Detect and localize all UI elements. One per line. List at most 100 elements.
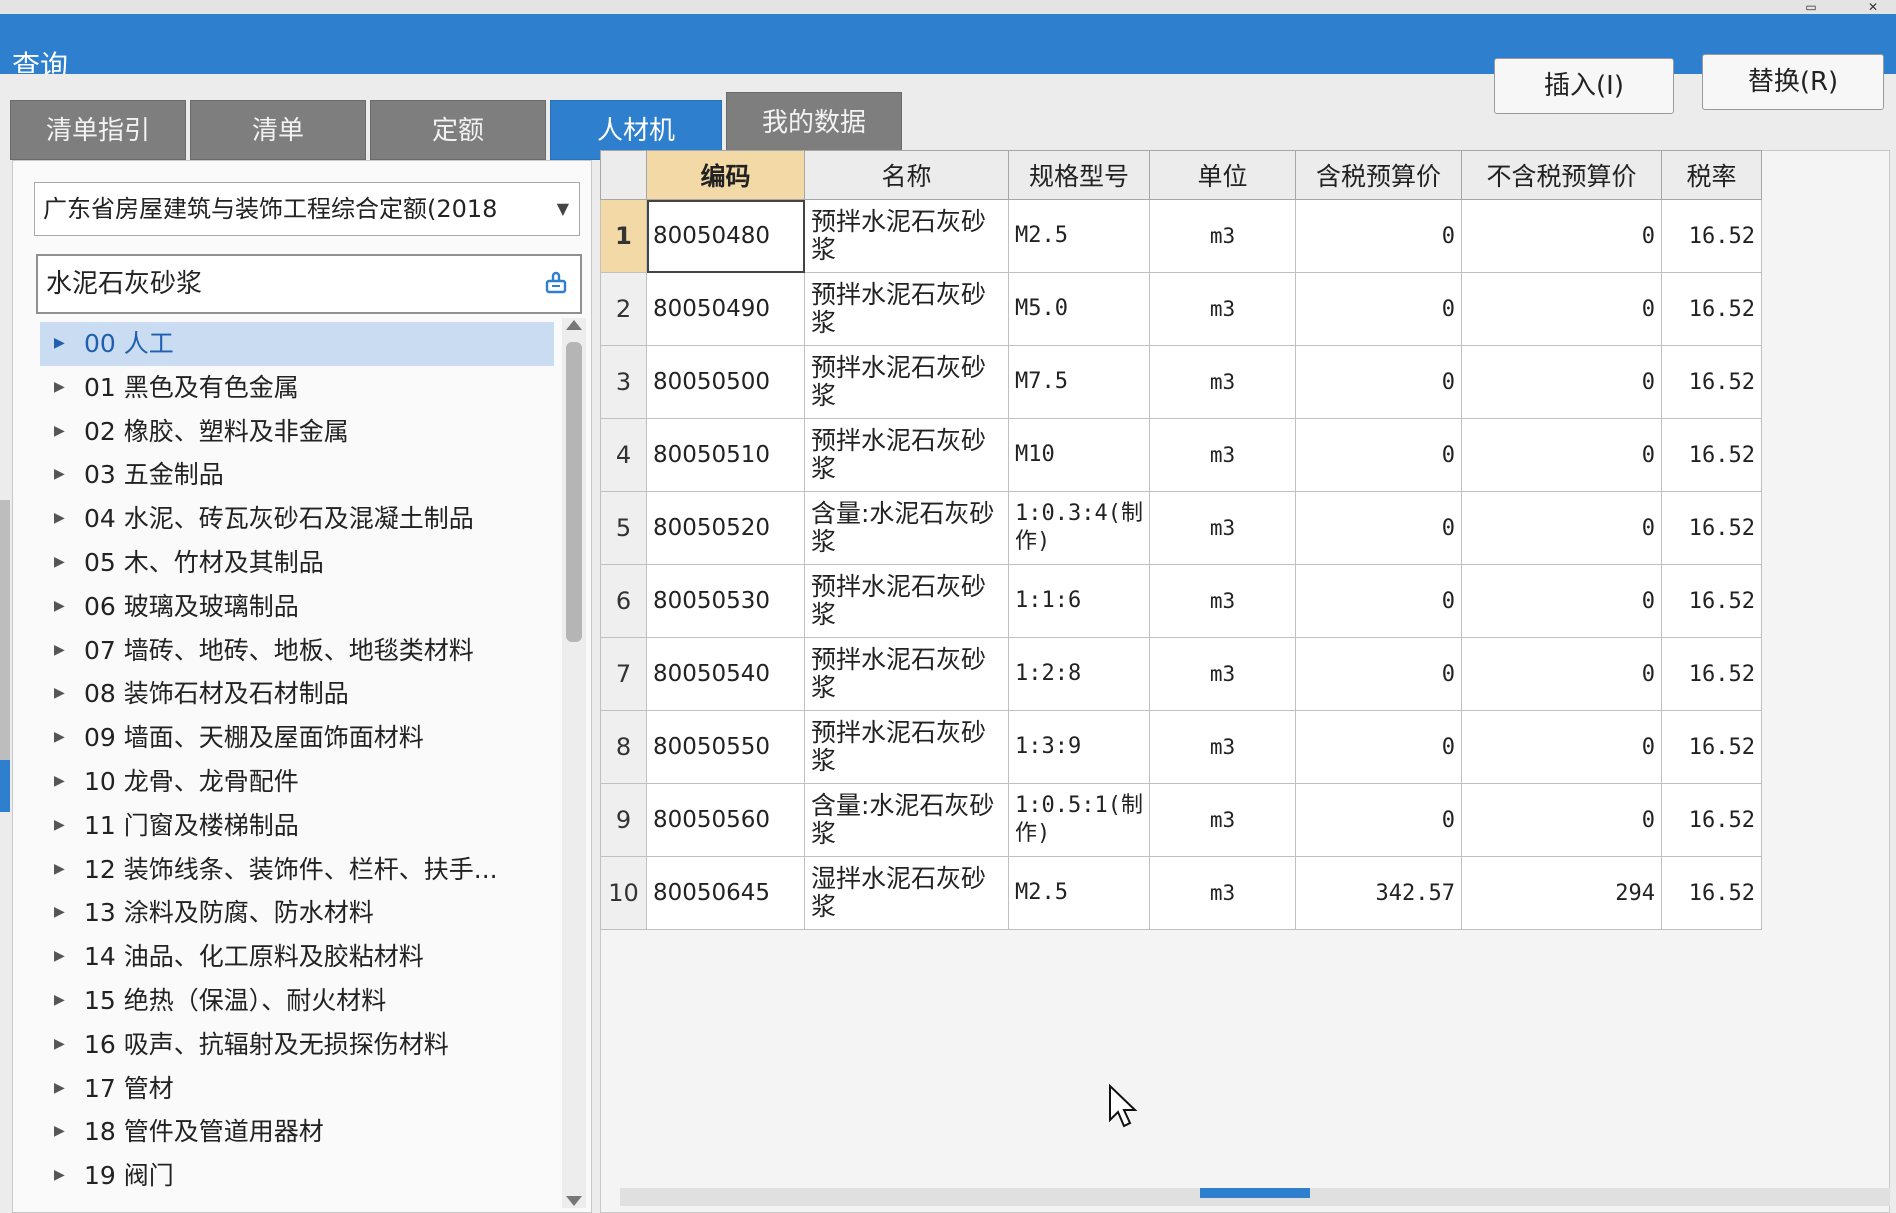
cell-unit[interactable]: m3 xyxy=(1148,856,1296,930)
cell-price-tax[interactable]: 0 xyxy=(1294,345,1462,419)
cell-price-notax[interactable]: 0 xyxy=(1460,637,1662,711)
tree-item[interactable]: ▶ 03 五金制品 xyxy=(40,453,554,497)
cell-code[interactable]: 80050645 xyxy=(646,856,805,930)
table-row[interactable]: 6 80050530 预拌水泥石灰砂浆 1:1:6 m3 0 0 16.52 xyxy=(600,564,1762,638)
expand-arrow-icon[interactable]: ▶ xyxy=(54,541,65,585)
cell-name[interactable]: 预拌水泥石灰砂浆 xyxy=(804,199,1009,273)
cell-unit[interactable]: m3 xyxy=(1148,564,1296,638)
expand-arrow-icon[interactable]: ▶ xyxy=(54,322,65,366)
cell-price-notax[interactable]: 0 xyxy=(1460,418,1662,492)
cell-price-tax[interactable]: 0 xyxy=(1294,783,1462,857)
table-row[interactable]: 8 80050550 预拌水泥石灰砂浆 1:3:9 m3 0 0 16.52 xyxy=(600,710,1762,784)
cell-tax-rate[interactable]: 16.52 xyxy=(1660,856,1762,930)
scroll-thumb[interactable] xyxy=(1200,1188,1310,1198)
cell-tax-rate[interactable]: 16.52 xyxy=(1660,637,1762,711)
tree-item[interactable]: ▶ 17 管材 xyxy=(40,1067,554,1111)
cell-name[interactable]: 预拌水泥石灰砂浆 xyxy=(804,418,1009,492)
table-row[interactable]: 5 80050520 含量:水泥石灰砂浆 1:0.3:4(制作) m3 0 0 … xyxy=(600,491,1762,565)
cell-unit[interactable]: m3 xyxy=(1148,345,1296,419)
tree-item[interactable]: ▶ 15 绝热（保温）、耐火材料 xyxy=(40,979,554,1023)
cell-price-notax[interactable]: 0 xyxy=(1460,199,1662,273)
cell-price-tax[interactable]: 0 xyxy=(1294,710,1462,784)
cell-name[interactable]: 预拌水泥石灰砂浆 xyxy=(804,564,1009,638)
expand-arrow-icon[interactable]: ▶ xyxy=(54,891,65,935)
chevron-down-icon[interactable]: ▼ xyxy=(557,183,569,235)
tree-scrollbar[interactable] xyxy=(562,318,586,1208)
cell-unit[interactable]: m3 xyxy=(1148,199,1296,273)
tree-item[interactable]: ▶ 11 门窗及楼梯制品 xyxy=(40,804,554,848)
cell-code[interactable]: 80050530 xyxy=(646,564,805,638)
tree-item[interactable]: ▶ 05 木、竹材及其制品 xyxy=(40,541,554,585)
table-row[interactable]: 3 80050500 预拌水泥石灰砂浆 M7.5 m3 0 0 16.52 xyxy=(600,345,1762,419)
cell-tax-rate[interactable]: 16.52 xyxy=(1660,272,1762,346)
cell-code[interactable]: 80050560 xyxy=(646,783,805,857)
cell-spec[interactable]: 1:2:8 xyxy=(1008,637,1150,711)
tree-item[interactable]: ▶ 07 墙砖、地砖、地板、地毯类材料 xyxy=(40,629,554,673)
table-row[interactable]: 2 80050490 预拌水泥石灰砂浆 M5.0 m3 0 0 16.52 xyxy=(600,272,1762,346)
cell-price-tax[interactable]: 0 xyxy=(1294,418,1462,492)
cell-unit[interactable]: m3 xyxy=(1148,418,1296,492)
table-row[interactable]: 10 80050645 湿拌水泥石灰砂浆 M2.5 m3 342.57 294 … xyxy=(600,856,1762,930)
cell-spec[interactable]: 1:0.5:1(制作) xyxy=(1008,783,1150,857)
tree-item[interactable]: ▶ 14 油品、化工原料及胶粘材料 xyxy=(40,935,554,979)
expand-arrow-icon[interactable]: ▶ xyxy=(54,497,65,541)
expand-arrow-icon[interactable]: ▶ xyxy=(54,804,65,848)
tab-qingdan[interactable]: 清单 xyxy=(190,100,366,160)
insert-button[interactable]: 插入(I) xyxy=(1494,58,1674,114)
cell-name[interactable]: 预拌水泥石灰砂浆 xyxy=(804,710,1009,784)
cell-price-tax[interactable]: 0 xyxy=(1294,272,1462,346)
search-input[interactable]: 水泥石灰砂浆 xyxy=(36,254,582,314)
cell-code[interactable]: 80050520 xyxy=(646,491,805,565)
expand-arrow-icon[interactable]: ▶ xyxy=(54,1067,65,1111)
column-header-price-tax[interactable]: 含税预算价 xyxy=(1294,150,1462,200)
expand-arrow-icon[interactable]: ▶ xyxy=(54,716,65,760)
cell-tax-rate[interactable]: 16.52 xyxy=(1660,199,1762,273)
cell-spec[interactable]: M10 xyxy=(1008,418,1150,492)
minimize-icon[interactable]: ▭ xyxy=(1800,0,1822,14)
column-header-name[interactable]: 名称 xyxy=(804,150,1009,200)
expand-arrow-icon[interactable]: ▶ xyxy=(54,366,65,410)
cell-price-tax[interactable]: 0 xyxy=(1294,491,1462,565)
cell-name[interactable]: 湿拌水泥石灰砂浆 xyxy=(804,856,1009,930)
cell-name[interactable]: 预拌水泥石灰砂浆 xyxy=(804,637,1009,711)
table-row[interactable]: 7 80050540 预拌水泥石灰砂浆 1:2:8 m3 0 0 16.52 xyxy=(600,637,1762,711)
cell-price-notax[interactable]: 294 xyxy=(1460,856,1662,930)
tab-my-data[interactable]: 我的数据 xyxy=(726,92,902,152)
column-header-price-notax[interactable]: 不含税预算价 xyxy=(1460,150,1662,200)
cell-price-tax[interactable]: 0 xyxy=(1294,637,1462,711)
cell-tax-rate[interactable]: 16.52 xyxy=(1660,783,1762,857)
tree-item[interactable]: ▶ 09 墙面、天棚及屋面饰面材料 xyxy=(40,716,554,760)
tree-item[interactable]: ▶ 10 龙骨、龙骨配件 xyxy=(40,760,554,804)
column-header-spec[interactable]: 规格型号 xyxy=(1008,150,1150,200)
expand-arrow-icon[interactable]: ▶ xyxy=(54,453,65,497)
tree-item[interactable]: ▶ 06 玻璃及玻璃制品 xyxy=(40,585,554,629)
clear-search-icon[interactable] xyxy=(544,270,568,294)
cell-unit[interactable]: m3 xyxy=(1148,710,1296,784)
tab-dinge[interactable]: 定额 xyxy=(370,100,546,160)
cell-code[interactable]: 80050500 xyxy=(646,345,805,419)
cell-price-tax[interactable]: 342.57 xyxy=(1294,856,1462,930)
tree-item[interactable]: ▶ 02 橡胶、塑料及非金属 xyxy=(40,410,554,454)
cell-name[interactable]: 预拌水泥石灰砂浆 xyxy=(804,345,1009,419)
column-header-code[interactable]: 编码 xyxy=(646,150,805,200)
table-scrollbar[interactable] xyxy=(620,1188,1890,1206)
expand-arrow-icon[interactable]: ▶ xyxy=(54,1154,65,1198)
tree-item[interactable]: ▶ 19 阀门 xyxy=(40,1154,554,1198)
expand-arrow-icon[interactable]: ▶ xyxy=(54,979,65,1023)
expand-arrow-icon[interactable]: ▶ xyxy=(54,672,65,716)
library-select[interactable]: 广东省房屋建筑与装饰工程综合定额(2018 ▼ xyxy=(34,182,580,236)
tree-item[interactable]: ▶ 16 吸声、抗辐射及无损探伤材料 xyxy=(40,1023,554,1067)
tree-item[interactable]: ▶ 12 装饰线条、装饰件、栏杆、扶手... xyxy=(40,848,554,892)
expand-arrow-icon[interactable]: ▶ xyxy=(54,848,65,892)
cell-price-notax[interactable]: 0 xyxy=(1460,710,1662,784)
cell-price-notax[interactable]: 0 xyxy=(1460,491,1662,565)
column-header-tax-rate[interactable]: 税率 xyxy=(1660,150,1762,200)
expand-arrow-icon[interactable]: ▶ xyxy=(54,1023,65,1067)
table-row[interactable]: 9 80050560 含量:水泥石灰砂浆 1:0.5:1(制作) m3 0 0 … xyxy=(600,783,1762,857)
cell-tax-rate[interactable]: 16.52 xyxy=(1660,710,1762,784)
scroll-up-icon[interactable] xyxy=(566,320,582,330)
cell-name[interactable]: 含量:水泥石灰砂浆 xyxy=(804,491,1009,565)
cell-price-notax[interactable]: 0 xyxy=(1460,564,1662,638)
expand-arrow-icon[interactable]: ▶ xyxy=(54,585,65,629)
cell-price-notax[interactable]: 0 xyxy=(1460,272,1662,346)
